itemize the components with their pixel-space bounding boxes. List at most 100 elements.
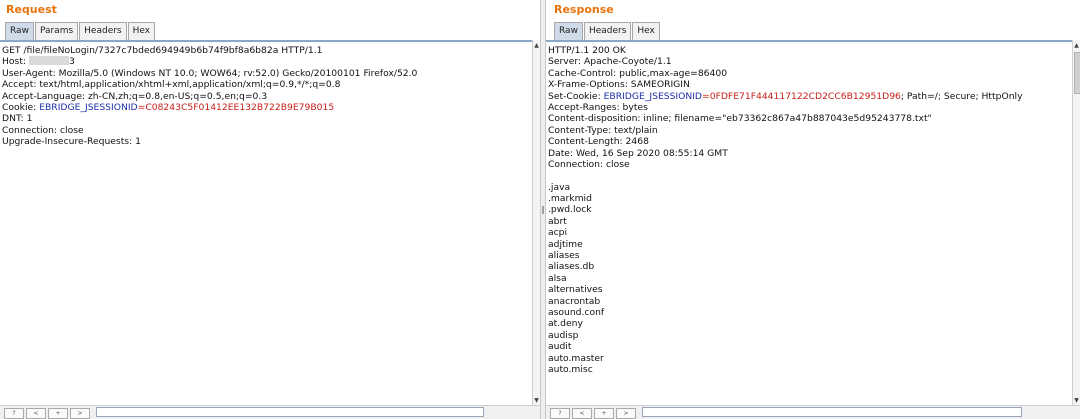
line-text: alternatives xyxy=(548,284,603,296)
response-line: Content-Length: 2468 xyxy=(548,136,1023,147)
cookie-value: C08243C5F01412EE132B722B9E79B015 xyxy=(145,101,335,113)
response-line: audit xyxy=(548,341,1023,352)
line-text: Cache-Control: public,max-age=86400 xyxy=(548,67,728,79)
response-search-bar: ? < + > xyxy=(546,405,1080,419)
line-text: adjtime xyxy=(548,238,583,250)
request-line: Accept-Language: zh-CN,zh;q=0.8,en-US;q=… xyxy=(2,91,417,102)
tab-hex[interactable]: Hex xyxy=(632,22,660,40)
response-line: Content-Type: text/plain xyxy=(548,125,1023,136)
response-line: Server: Apache-Coyote/1.1 xyxy=(548,56,1023,67)
response-line: asound.conf xyxy=(548,307,1023,318)
response-title: Response xyxy=(554,3,614,16)
response-line: at.deny xyxy=(548,318,1023,329)
line-text: at.deny xyxy=(548,318,583,330)
response-line: Content-disposition: inline; filename="e… xyxy=(548,113,1023,124)
response-line: alternatives xyxy=(548,284,1023,295)
line-text: audisp xyxy=(548,329,579,341)
response-text: HTTP/1.1 200 OK Server: Apache-Coyote/1.1… xyxy=(548,45,1023,375)
next-match-button[interactable]: > xyxy=(70,408,90,419)
scroll-up-arrow-icon[interactable]: ▲ xyxy=(1073,42,1080,49)
cookie-name: EBRIDGE_JSESSIONID xyxy=(39,101,138,113)
scroll-down-arrow-icon[interactable]: ▼ xyxy=(1073,397,1080,404)
line-text: Cookie: xyxy=(2,101,40,113)
add-button[interactable]: + xyxy=(594,408,614,419)
line-text: Connection: close xyxy=(2,124,84,136)
tab-raw[interactable]: Raw xyxy=(554,22,583,40)
redacted-host xyxy=(28,56,69,66)
line-text: abrt xyxy=(548,215,567,227)
line-text: Set-Cookie: xyxy=(548,90,604,102)
tab-headers[interactable]: Headers xyxy=(79,22,127,40)
splitter-grip-icon xyxy=(542,206,544,214)
tab-params[interactable]: Params xyxy=(34,22,79,40)
line-text: HTTP/1.1 200 OK xyxy=(548,45,626,56)
line-text: acpi xyxy=(548,227,568,239)
scroll-up-arrow-icon[interactable]: ▲ xyxy=(533,42,540,49)
request-line: DNT: 1 xyxy=(2,113,417,124)
response-search-input[interactable] xyxy=(642,407,1022,417)
request-editor[interactable]: GET /file/fileNoLogin/7327c7bded694949b6… xyxy=(0,40,532,406)
response-line: Set-Cookie: EBRIDGE_JSESSIONID=0FDFE71F4… xyxy=(548,91,1023,102)
request-tabs: Raw Params Headers Hex xyxy=(5,22,156,40)
help-button[interactable]: ? xyxy=(4,408,24,419)
tab-raw[interactable]: Raw xyxy=(5,22,34,40)
request-scrollbar[interactable]: ▲ ▼ xyxy=(532,40,540,406)
response-line: X-Frame-Options: SAMEORIGIN xyxy=(548,79,1023,90)
line-text: Accept-Language: zh-CN,zh;q=0.8,en-US;q=… xyxy=(2,90,268,102)
response-scroll-thumb[interactable] xyxy=(1074,52,1080,94)
response-editor[interactable]: HTTP/1.1 200 OK Server: Apache-Coyote/1.1… xyxy=(546,40,1072,406)
previous-match-button[interactable]: < xyxy=(26,408,46,419)
response-line xyxy=(548,170,1023,181)
line-suffix: 3 xyxy=(68,56,75,68)
line-text: .java xyxy=(548,181,571,193)
line-text: asound.conf xyxy=(548,306,605,318)
request-line: Accept: text/html,application/xhtml+xml,… xyxy=(2,79,417,90)
request-title: Request xyxy=(6,3,57,16)
line-text: GET /file/fileNoLogin/7327c7bded694949b6… xyxy=(2,45,323,56)
previous-match-button[interactable]: < xyxy=(572,408,592,419)
help-button[interactable]: ? xyxy=(550,408,570,419)
line-text: auto.master xyxy=(548,352,604,364)
line-text: anacrontab xyxy=(548,295,601,307)
line-text: Accept: text/html,application/xhtml+xml,… xyxy=(2,79,341,91)
response-scrollbar[interactable]: ▲ ▼ xyxy=(1072,40,1080,406)
response-line: Cache-Control: public,max-age=86400 xyxy=(548,68,1023,79)
cookie-equals: = xyxy=(702,90,710,102)
line-text: Host: xyxy=(2,56,29,68)
cookie-name: EBRIDGE_JSESSIONID xyxy=(603,90,703,102)
line-text: aliases xyxy=(548,250,580,262)
request-panel: Request Raw Params Headers Hex GET /file/fi… xyxy=(0,0,540,419)
scroll-down-arrow-icon[interactable]: ▼ xyxy=(533,397,540,404)
cookie-value: 0FDFE71F444117122CD2CC6B12951D96 xyxy=(709,90,901,102)
request-line: Upgrade-Insecure-Requests: 1 xyxy=(2,136,417,147)
line-text: Connection: close xyxy=(548,158,630,170)
response-line: auto.master xyxy=(548,353,1023,364)
tab-headers[interactable]: Headers xyxy=(583,22,632,40)
response-line: .java xyxy=(548,182,1023,193)
response-line: auto.misc xyxy=(548,364,1023,375)
response-line: .pwd.lock xyxy=(548,204,1023,215)
request-line: Connection: close xyxy=(2,125,417,136)
line-text: Accept-Ranges: bytes xyxy=(548,101,648,113)
response-line: aliases.db xyxy=(548,261,1023,272)
response-line: .markmid xyxy=(548,193,1023,204)
next-match-button[interactable]: > xyxy=(616,408,636,419)
tab-hex[interactable]: Hex xyxy=(127,22,156,40)
request-line: Host: 3 xyxy=(2,56,417,67)
request-line: Cookie: EBRIDGE_JSESSIONID=C08243C5F0141… xyxy=(2,102,417,113)
line-text: aliases.db xyxy=(548,261,595,273)
response-line: Connection: close xyxy=(548,159,1023,170)
response-line: Date: Wed, 16 Sep 2020 08:55:14 GMT xyxy=(548,148,1023,159)
response-line: adjtime xyxy=(548,239,1023,250)
request-text: GET /file/fileNoLogin/7327c7bded694949b6… xyxy=(2,45,417,148)
line-text: .markmid xyxy=(548,193,592,205)
response-line: acpi xyxy=(548,227,1023,238)
line-text: audit xyxy=(548,341,572,353)
response-line: Accept-Ranges: bytes xyxy=(548,102,1023,113)
response-line: audisp xyxy=(548,330,1023,341)
response-tabs: Raw Headers Hex xyxy=(554,22,661,40)
response-panel: Response Raw Headers Hex HTTP/1.1 200 OK Se… xyxy=(546,0,1080,419)
request-search-input[interactable] xyxy=(96,407,484,417)
response-line: HTTP/1.1 200 OK xyxy=(548,45,1023,56)
add-button[interactable]: + xyxy=(48,408,68,419)
